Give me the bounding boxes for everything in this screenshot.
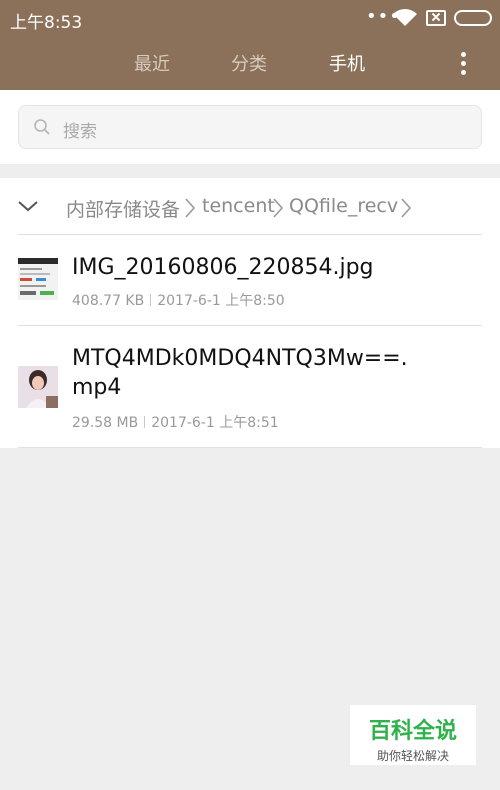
breadcrumb-tencent[interactable]: tencent — [202, 195, 275, 217]
file-name: IMG_20160806_220854.jpg — [72, 255, 374, 280]
image-thumbnail — [18, 258, 58, 300]
breadcrumb-qqfile-recv[interactable]: QQfile_recv — [289, 195, 398, 217]
tab-recent[interactable]: 最近 — [134, 50, 170, 76]
breadcrumb-internal-storage[interactable]: 内部存储设备 — [66, 195, 180, 222]
tab-bar: 最近 分类 手机 — [0, 44, 500, 84]
file-size: 408.77 KB — [72, 293, 145, 309]
more-menu-icon[interactable] — [456, 48, 470, 78]
file-meta: 29.58 MB 2017-6-1 上午8:51 — [72, 412, 279, 432]
search-section: 搜索 — [0, 90, 500, 164]
file-date: 2017-6-1 上午8:51 — [151, 415, 279, 431]
no-sim-icon — [426, 10, 446, 26]
battery-icon — [454, 10, 492, 26]
file-row[interactable]: IMG_20160806_220854.jpg 408.77 KB 2017-6-… — [0, 235, 500, 325]
tab-category[interactable]: 分类 — [231, 50, 267, 76]
watermark-subtitle: 助你轻松解决 — [376, 749, 449, 763]
watermark-title: 百科全说 — [368, 719, 457, 744]
search-icon — [34, 119, 50, 135]
video-thumbnail — [18, 366, 58, 408]
chevron-right-icon — [401, 198, 412, 218]
app-header: 上午8:53 ••• 最近 分类 手机 — [0, 0, 500, 90]
tab-phone[interactable]: 手机 — [329, 50, 365, 76]
chevron-right-icon — [185, 198, 196, 218]
breadcrumb: 内部存储设备 tencent QQfile_recv — [0, 178, 500, 234]
file-name-continued: mp4 — [72, 375, 122, 400]
wifi-icon — [393, 9, 417, 26]
divider — [18, 447, 482, 448]
watermark-logo: 百科全说 助你轻松解决 — [350, 705, 476, 765]
search-placeholder: 搜索 — [63, 122, 97, 142]
status-bar: 上午8:53 ••• — [0, 0, 500, 36]
chevron-down-icon[interactable] — [16, 196, 40, 216]
file-list-panel: 内部存储设备 tencent QQfile_recv IMG_20160806_… — [0, 178, 500, 448]
file-date: 2017-6-1 上午8:50 — [157, 293, 285, 309]
file-row[interactable]: MTQ4MDk0MDQ4NTQ3Mw==. mp4 29.58 MB 2017-6… — [0, 326, 500, 448]
search-input[interactable]: 搜索 — [18, 105, 482, 149]
file-name: MTQ4MDk0MDQ4NTQ3Mw==. — [72, 346, 408, 371]
status-time: 上午8:53 — [10, 13, 83, 33]
file-size: 29.58 MB — [72, 415, 139, 431]
chevron-right-icon — [273, 198, 284, 218]
file-meta: 408.77 KB 2017-6-1 上午8:50 — [72, 290, 285, 310]
